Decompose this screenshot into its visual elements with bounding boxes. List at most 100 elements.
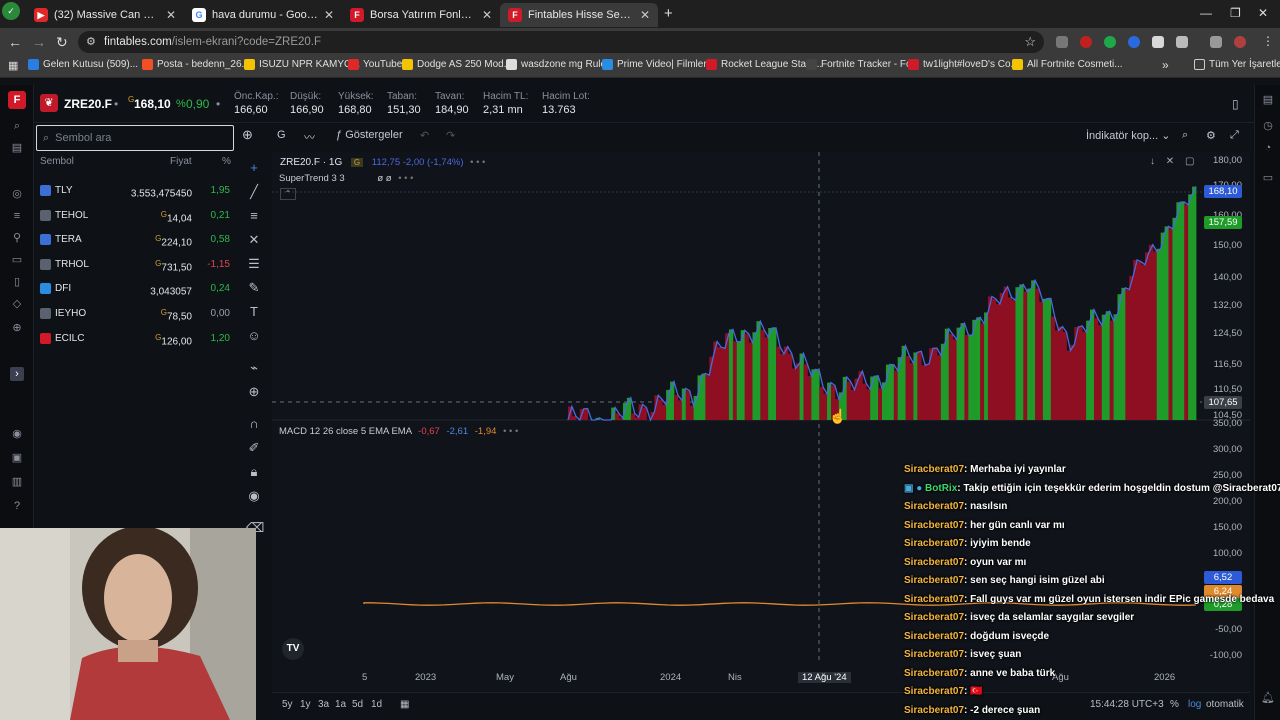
extensions-puzzle-icon[interactable] — [1176, 36, 1188, 48]
url-field[interactable]: ⚙ fintables.com/islem-ekrani?code=ZRE20.… — [78, 31, 1044, 53]
symbol-name[interactable]: ZRE20.F — [64, 97, 112, 111]
star-icon[interactable]: ☆ — [1024, 34, 1036, 50]
bookmark-item[interactable]: tw1light#loveD's Co... — [908, 59, 1019, 70]
supertrend-more[interactable]: • • • — [398, 173, 413, 184]
extension-icon[interactable] — [1080, 36, 1092, 48]
close-tab-icon[interactable]: ✕ — [482, 8, 492, 22]
emoji-icon[interactable]: ☺ — [246, 328, 262, 344]
bookmark-item[interactable]: YouTube — [348, 59, 402, 70]
projection-icon[interactable]: ☰ — [246, 256, 262, 272]
symbol-search[interactable]: ⌕ — [36, 125, 234, 151]
stay-drawing-icon[interactable]: ✐ — [246, 440, 262, 456]
browser-tab[interactable]: ▶ (32) Massive Can Meltdown - P ✕ — [26, 3, 184, 27]
watchlist-row[interactable]: DFI 3,043057 0,24 — [34, 278, 236, 302]
notes-icon[interactable]: ▭ — [1261, 171, 1275, 185]
media-icon[interactable] — [1210, 36, 1222, 48]
extension-icon[interactable] — [1056, 36, 1068, 48]
forward-icon[interactable]: → — [32, 34, 46, 50]
layers-icon[interactable]: ▤ — [1261, 93, 1275, 107]
document-icon[interactable]: ▭ — [10, 253, 24, 267]
minimize-button[interactable]: — — [1200, 6, 1212, 20]
bookmark-item[interactable]: ISUZU NPR KAMYO... — [244, 59, 360, 70]
apps-grid-icon[interactable]: ▦ — [8, 59, 18, 72]
bookmark-item[interactable]: Gelen Kutusu (509)... — [28, 59, 138, 70]
clock-icon[interactable]: ◷ — [1261, 119, 1275, 133]
close-tab-icon[interactable]: ✕ — [640, 8, 650, 22]
database-icon[interactable]: ◎ — [10, 187, 24, 201]
brush-icon[interactable]: ✎ — [246, 280, 262, 296]
text-icon[interactable]: T — [246, 304, 262, 320]
watchlist-row[interactable]: TERA G224,10 0,58 — [34, 229, 236, 253]
range-button[interactable]: 1y — [300, 699, 311, 710]
trendline-icon[interactable]: ╱ — [246, 184, 262, 200]
bookmark-item[interactable]: Fortnite Tracker - Fo... — [806, 59, 920, 70]
list-icon[interactable]: ≡ — [10, 209, 24, 223]
add-symbol-icon[interactable]: ⊕ — [242, 127, 253, 143]
zoom-in-icon[interactable]: ⊕ — [246, 384, 262, 400]
range-button[interactable]: 5y — [282, 699, 293, 710]
collapse-icon[interactable]: ✕ — [1166, 156, 1174, 167]
calendar-icon[interactable]: ▤ — [10, 141, 24, 155]
date-range-icon[interactable]: ▦ — [400, 699, 409, 710]
message-icon[interactable]: ▣ — [10, 451, 24, 465]
close-window-button[interactable]: ✕ — [1258, 6, 1268, 20]
range-button[interactable]: 3a — [318, 699, 329, 710]
macd-more[interactable]: • • • — [503, 426, 518, 437]
redo-icon[interactable]: ↷ — [446, 129, 455, 142]
range-button[interactable]: 1d — [371, 699, 382, 710]
pattern-icon[interactable]: ✕ — [246, 232, 262, 248]
settings-gear-icon[interactable]: ⚙ — [1206, 129, 1216, 142]
watchlist-row[interactable]: IEYHO G78,50 0,00 — [34, 303, 236, 327]
close-tab-icon[interactable]: ✕ — [324, 8, 334, 22]
browser-tab[interactable]: F Borsa Yatırım Fonları (BYF) Fiyat ✕ — [342, 3, 500, 27]
collapse-legend-button[interactable]: ⌃ — [280, 188, 296, 200]
settings-icon[interactable]: ◉ — [10, 427, 24, 441]
magnet-icon[interactable]: ∩ — [246, 416, 262, 432]
bookmark-item[interactable]: Dodge AS 250 Mod... — [402, 59, 512, 70]
range-button[interactable]: 1a — [335, 699, 346, 710]
reset-icon[interactable]: ▢ — [1185, 156, 1194, 167]
all-bookmarks-folder[interactable]: Tüm Yer İşaretleri — [1194, 59, 1280, 70]
eye-icon[interactable]: ◉ — [246, 488, 262, 504]
bookmark-icon[interactable]: ▯ — [10, 275, 24, 289]
bookmark-item[interactable]: wasdzone mg Rulet — [506, 59, 609, 70]
bookmark-item[interactable]: Prime Video| Filmler... — [602, 59, 714, 70]
site-info-icon[interactable]: ⚙ — [86, 35, 96, 48]
zoom-icon[interactable]: ⌕ — [1182, 129, 1188, 142]
interval-button[interactable]: G — [277, 129, 286, 141]
search-icon[interactable]: ⌕ — [10, 119, 24, 133]
maximize-button[interactable]: ❐ — [1230, 6, 1241, 20]
fintables-logo-icon[interactable]: F — [8, 91, 26, 109]
template-dropdown[interactable]: İndikatör kop... ⌄ — [1086, 129, 1170, 142]
cube-icon[interactable]: ◇ — [10, 297, 24, 311]
back-icon[interactable]: ← — [8, 34, 22, 50]
extension-icon[interactable] — [1128, 36, 1140, 48]
bookmark-item[interactable]: Rocket League Stats... — [706, 59, 822, 70]
new-tab-button[interactable]: + — [664, 5, 673, 22]
fib-icon[interactable]: ≡ — [246, 208, 262, 224]
bookmark-item[interactable]: Posta - bedenn_26... — [142, 59, 250, 70]
watchlist-row[interactable]: TRHOL G731,50 -1,15 — [34, 254, 236, 278]
terminal-icon[interactable]: › — [10, 367, 24, 381]
symbol-search-input[interactable] — [55, 132, 216, 144]
alert-icon[interactable]: ◔ — [1261, 141, 1275, 155]
layout-toggle-icon[interactable]: ▯ — [1232, 97, 1239, 111]
bookmark-item[interactable]: All Fortnite Cosmeti... — [1012, 59, 1123, 70]
close-tab-icon[interactable]: ✕ — [166, 8, 176, 22]
help-icon[interactable]: ? — [10, 499, 24, 513]
wallet-icon[interactable]: ▥ — [10, 475, 24, 489]
ruler-icon[interactable]: ⌁ — [246, 360, 262, 376]
range-button[interactable]: 5d — [352, 699, 363, 710]
move-down-icon[interactable]: ↓ — [1150, 156, 1155, 167]
filter-icon[interactable]: ⚲ — [10, 231, 24, 245]
extension-icon[interactable] — [1152, 36, 1164, 48]
browser-tab[interactable]: G hava durumu - Google'da Ara ✕ — [184, 3, 342, 27]
menu-kebab-icon[interactable]: ⋮ — [1262, 34, 1274, 48]
indicators-button[interactable]: ƒ Göstergeler — [336, 129, 403, 141]
watchlist-row[interactable]: TLY 3.553,475450 1,95 — [34, 180, 236, 204]
extension-icon[interactable] — [1104, 36, 1116, 48]
browser-tab-active[interactable]: F Fintables Hisse Senedi İşlem Ek ✕ — [500, 3, 658, 27]
avatar[interactable] — [1234, 36, 1246, 48]
watchlist-row[interactable]: TEHOL G14,04 0,21 — [34, 205, 236, 229]
legend-more[interactable]: • • • — [470, 157, 485, 168]
